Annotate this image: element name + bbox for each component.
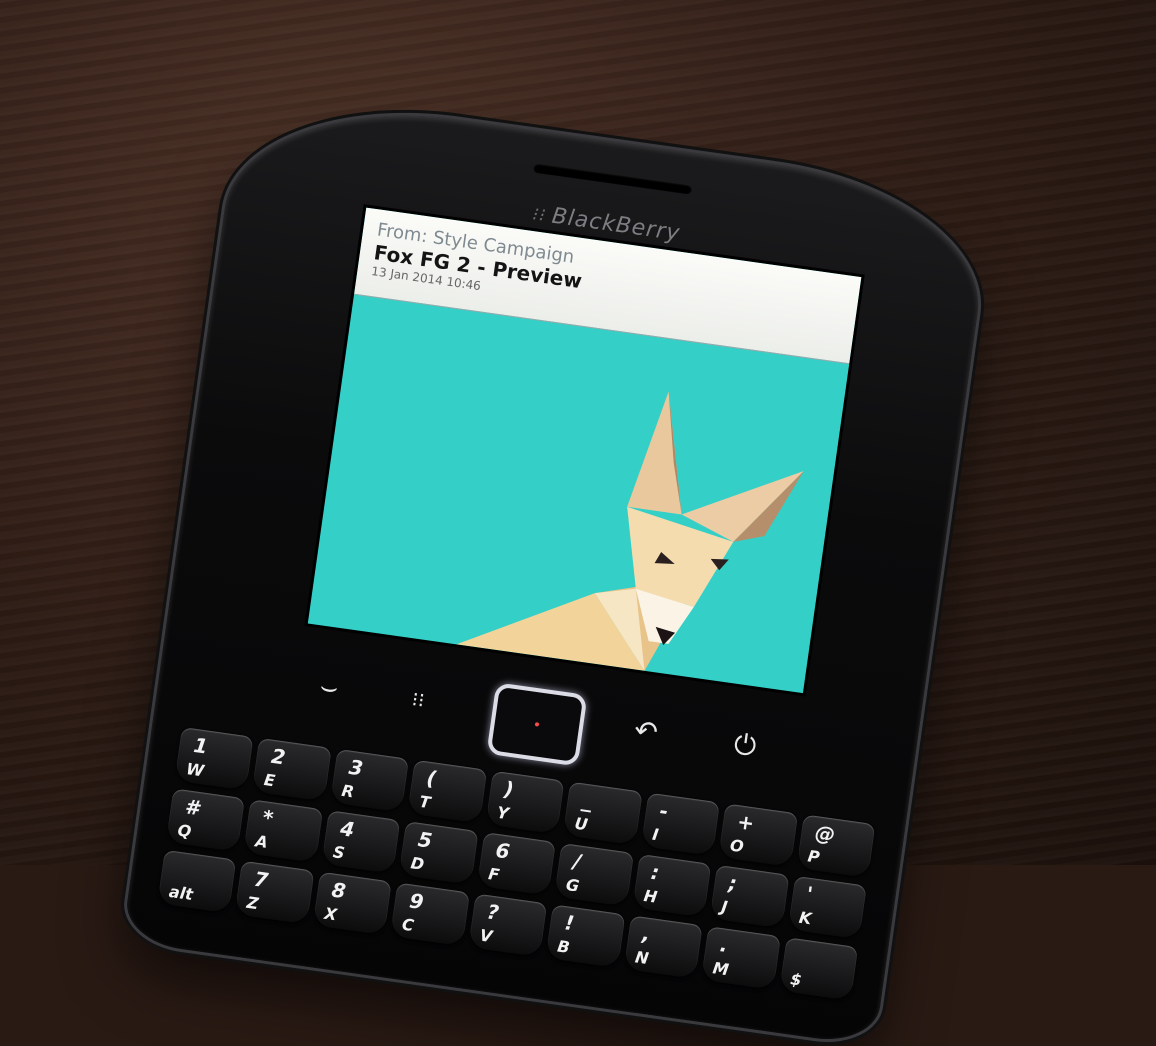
key-symbol: ) bbox=[502, 776, 516, 802]
keyboard-key[interactable]: ' K bbox=[787, 875, 867, 940]
key-letter: D bbox=[409, 853, 426, 874]
keyboard-key[interactable]: :H bbox=[632, 853, 712, 918]
key-letter: U bbox=[573, 813, 590, 835]
key-symbol: ; bbox=[727, 870, 739, 896]
keyboard-key[interactable]: ; J bbox=[709, 864, 789, 929]
phone-screen: From: Style Campaign Fox FG 2 - Preview … bbox=[307, 207, 862, 694]
keyboard-key[interactable]: (T bbox=[407, 759, 487, 824]
key-letter: J bbox=[720, 896, 729, 917]
key-letter: G bbox=[564, 875, 581, 896]
key-symbol: 9 bbox=[407, 888, 426, 915]
key-symbol: 8 bbox=[330, 877, 348, 904]
key-letter: O bbox=[728, 835, 745, 857]
key-letter: A bbox=[254, 831, 270, 852]
keyboard-key[interactable]: 1W bbox=[174, 727, 254, 791]
key-letter: N bbox=[633, 947, 650, 969]
key-symbol: # bbox=[183, 794, 201, 821]
key-symbol: 1 bbox=[192, 732, 210, 759]
key-letter: W bbox=[185, 759, 206, 781]
key-symbol: 5 bbox=[416, 827, 434, 853]
key-letter: $ bbox=[789, 969, 803, 990]
key-symbol: , bbox=[640, 921, 652, 947]
keyboard-key[interactable]: 2E bbox=[252, 737, 332, 802]
keyboard-key[interactable]: alt bbox=[157, 849, 237, 914]
key-symbol: 4 bbox=[338, 816, 356, 842]
key-symbol: _ bbox=[580, 787, 594, 813]
keyboard-key[interactable]: _ U bbox=[563, 781, 643, 846]
keyboard-key[interactable]: @ P bbox=[796, 814, 876, 878]
key-symbol: 6 bbox=[494, 837, 512, 864]
trackpad-light bbox=[534, 722, 540, 727]
key-symbol: @ bbox=[813, 820, 837, 847]
key-letter: F bbox=[487, 864, 501, 885]
trackpad[interactable] bbox=[486, 682, 588, 767]
key-letter: R bbox=[340, 780, 356, 802]
keyboard-key[interactable]: 5D bbox=[399, 821, 479, 885]
key-symbol: 3 bbox=[347, 754, 365, 781]
key-letter: Z bbox=[245, 892, 260, 914]
key-symbol: + bbox=[735, 809, 756, 836]
key-letter: T bbox=[418, 791, 432, 813]
keyboard-key[interactable]: 6F bbox=[476, 832, 556, 896]
blackberry-menu-icon[interactable]: ⁝⁝ bbox=[386, 674, 452, 726]
keyboard-key[interactable]: 3R bbox=[330, 748, 410, 813]
key-symbol: . bbox=[718, 932, 730, 957]
keyboard-key[interactable]: ? V bbox=[468, 893, 548, 958]
keyboard-key[interactable]: ) Y bbox=[485, 770, 565, 835]
key-letter: S bbox=[331, 842, 346, 863]
keyboard-key[interactable]: 7Z bbox=[235, 860, 315, 925]
key-letter: K bbox=[797, 907, 813, 929]
key-symbol: - bbox=[658, 798, 670, 824]
key-letter: C bbox=[400, 914, 416, 936]
key-symbol: 7 bbox=[252, 866, 270, 893]
keyboard-key[interactable]: $ bbox=[778, 937, 859, 1001]
key-symbol: ' bbox=[804, 881, 815, 907]
key-letter: V bbox=[478, 925, 494, 947]
keyboard-key[interactable]: 9C bbox=[390, 882, 470, 947]
keyboard-key[interactable]: # Q bbox=[166, 788, 246, 852]
key-letter: I bbox=[651, 824, 660, 845]
key-letter: X bbox=[323, 903, 339, 925]
keyboard-key[interactable]: / G bbox=[554, 842, 634, 907]
key-letter: P bbox=[806, 846, 821, 867]
key-symbol: ? bbox=[485, 899, 501, 925]
blackberry-logo-icon: ⁝⁝ bbox=[531, 203, 548, 227]
keyboard-key[interactable]: .M bbox=[701, 926, 781, 990]
key-symbol: / bbox=[571, 848, 583, 874]
keyboard-key[interactable]: * A bbox=[243, 799, 323, 863]
key-symbol: 2 bbox=[269, 743, 287, 770]
keyboard-key[interactable]: 4S bbox=[321, 810, 401, 874]
blackberry-phone: ⁝⁝ BlackBerry From: Style Campaign Fox FG… bbox=[121, 89, 995, 1046]
fox-illustration bbox=[456, 391, 804, 671]
end-call-power-icon[interactable]: ⏻ bbox=[712, 720, 778, 772]
earpiece bbox=[532, 162, 693, 195]
keyboard-key[interactable]: + O bbox=[718, 803, 798, 867]
key-symbol: : bbox=[649, 859, 661, 885]
keyboard-key[interactable]: 8X bbox=[312, 871, 392, 936]
key-symbol: ( bbox=[425, 765, 438, 791]
key-letter: H bbox=[642, 885, 659, 907]
key-letter: B bbox=[556, 936, 571, 957]
keyboard-key[interactable]: -I bbox=[640, 792, 720, 857]
call-icon[interactable]: ⌣ bbox=[296, 661, 362, 713]
key-letter: alt bbox=[167, 881, 195, 905]
back-icon[interactable]: ↶ bbox=[613, 706, 679, 758]
key-letter: Q bbox=[176, 820, 193, 842]
keyboard-key[interactable]: ! B bbox=[545, 904, 626, 968]
key-letter: M bbox=[711, 958, 730, 980]
key-symbol: ! bbox=[563, 910, 576, 936]
keyboard-key[interactable]: ,N bbox=[623, 915, 703, 979]
key-letter: Y bbox=[495, 802, 510, 824]
key-letter: E bbox=[262, 770, 277, 791]
key-symbol: * bbox=[261, 805, 275, 831]
